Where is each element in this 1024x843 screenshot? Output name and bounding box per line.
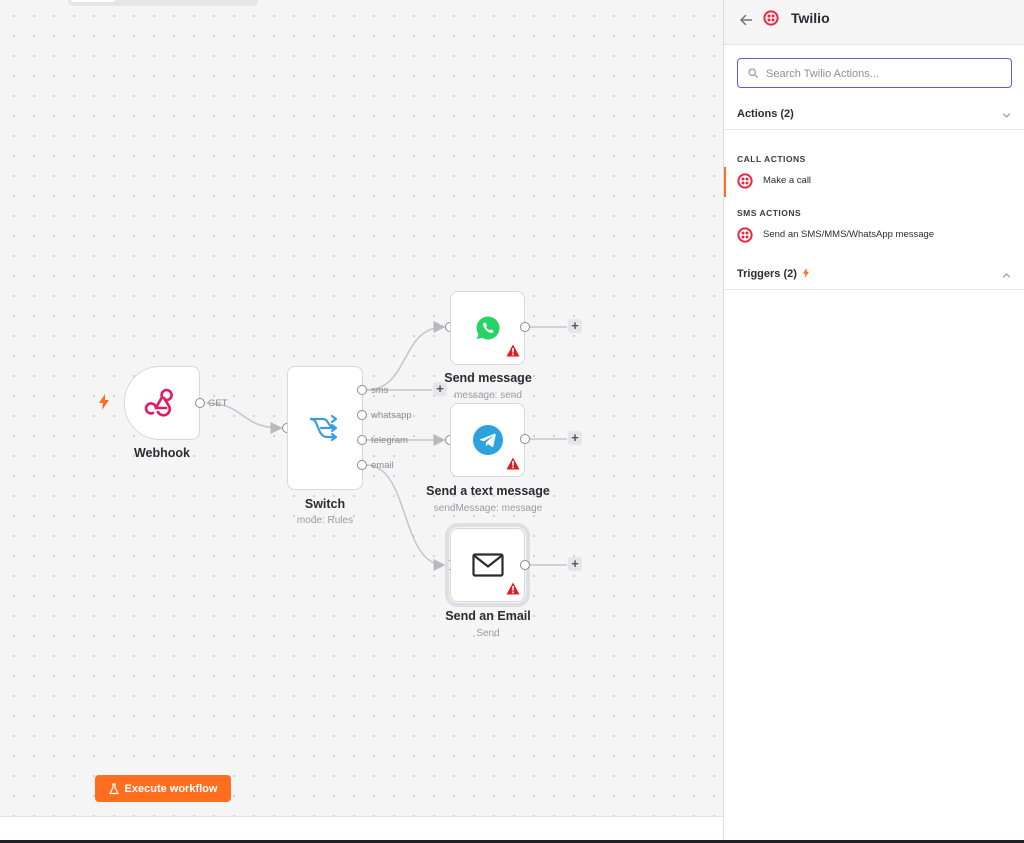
whatsapp-node-subtitle: message: send	[454, 390, 522, 401]
connection-switch-email[interactable]	[365, 464, 446, 571]
twilio-logo-icon	[737, 227, 753, 243]
webhook-node-title: Webhook	[133, 446, 191, 460]
whatsapp-node-title: Send message	[444, 371, 532, 385]
switch-output-handle-whatsapp[interactable]	[357, 410, 367, 420]
triggers-section-text: Triggers (2)	[737, 268, 797, 280]
switch-node-subtitle: mode: Rules	[296, 515, 354, 526]
webhook-port-label: GET	[208, 398, 228, 409]
panel-title: Twilio	[791, 10, 830, 26]
email-output-handle[interactable]	[520, 560, 530, 570]
chevron-up-icon	[1002, 273, 1011, 278]
telegram-output-handle[interactable]	[520, 434, 530, 444]
twilio-logo-icon	[763, 10, 779, 26]
whatsapp-icon	[476, 316, 499, 340]
chevron-down-icon	[1002, 113, 1011, 118]
group-label-sms-actions: SMS ACTIONS	[737, 208, 802, 218]
actions-section-header[interactable]: Actions (2)	[724, 103, 1024, 130]
panel-header: Twilio	[724, 0, 1024, 45]
webhook-icon	[144, 388, 173, 417]
switch-node[interactable]	[287, 366, 363, 490]
node-creator-panel: Twilio Actions (2) CALL ACTIONS Make a c…	[723, 0, 1024, 840]
email-node-title: Send an Email	[445, 609, 531, 623]
trigger-bolt-icon	[99, 394, 109, 410]
switch-output-handle-email[interactable]	[357, 460, 367, 470]
add-node-whatsapp-button[interactable]: +	[568, 319, 582, 333]
search-icon	[748, 68, 758, 78]
telegram-warning-icon	[506, 457, 520, 470]
search-input[interactable]	[764, 63, 1008, 84]
triggers-section-label: Triggers (2)	[737, 268, 810, 280]
back-arrow-icon[interactable]	[739, 13, 753, 27]
action-item-label: Make a call	[763, 175, 812, 186]
workflow-canvas[interactable]: GET Webhook sms whatsapp telegram email …	[0, 0, 723, 816]
envelope-icon	[471, 553, 504, 577]
action-item-label: Send an SMS/MMS/WhatsApp message	[763, 229, 935, 240]
add-node-email-button[interactable]: +	[568, 557, 582, 571]
switch-output-label-whatsapp: whatsapp	[371, 410, 412, 421]
switch-icon	[309, 414, 338, 442]
switch-output-handle-sms[interactable]	[357, 385, 367, 395]
connection-switch-sms[interactable]	[365, 321, 446, 391]
add-node-telegram-button[interactable]: +	[568, 431, 582, 445]
whatsapp-warning-icon	[506, 344, 520, 357]
switch-output-label-email: email	[371, 460, 394, 471]
whatsapp-output-handle[interactable]	[520, 322, 530, 332]
execute-workflow-label: Execute workflow	[124, 782, 218, 795]
trigger-bolt-icon	[802, 268, 810, 278]
action-item-make-a-call[interactable]: Make a call	[724, 167, 1024, 197]
execute-workflow-button[interactable]: Execute workflow	[95, 775, 231, 802]
action-item-send-sms[interactable]: Send an SMS/MMS/WhatsApp message	[724, 225, 1024, 247]
search-box[interactable]	[737, 58, 1012, 88]
switch-output-handle-telegram[interactable]	[357, 435, 367, 445]
telegram-node-subtitle: sendMessage: message	[433, 503, 543, 514]
group-label-call-actions: CALL ACTIONS	[737, 154, 806, 164]
canvas-bottom-bar	[0, 816, 723, 841]
email-warning-icon	[506, 582, 520, 595]
switch-output-label-sms: sms	[371, 385, 389, 396]
actions-section-label: Actions (2)	[737, 108, 794, 120]
telegram-icon	[472, 425, 503, 455]
webhook-output-handle[interactable]	[195, 398, 205, 408]
twilio-logo-icon	[737, 173, 753, 189]
webhook-node[interactable]	[124, 366, 200, 440]
flask-icon	[108, 782, 119, 794]
telegram-node-title: Send a text message	[426, 484, 550, 498]
switch-output-label-telegram: telegram	[371, 435, 408, 446]
email-node-subtitle: Send	[476, 628, 500, 639]
switch-node-title: Switch	[304, 497, 346, 511]
triggers-section-header[interactable]: Triggers (2)	[724, 263, 1024, 290]
